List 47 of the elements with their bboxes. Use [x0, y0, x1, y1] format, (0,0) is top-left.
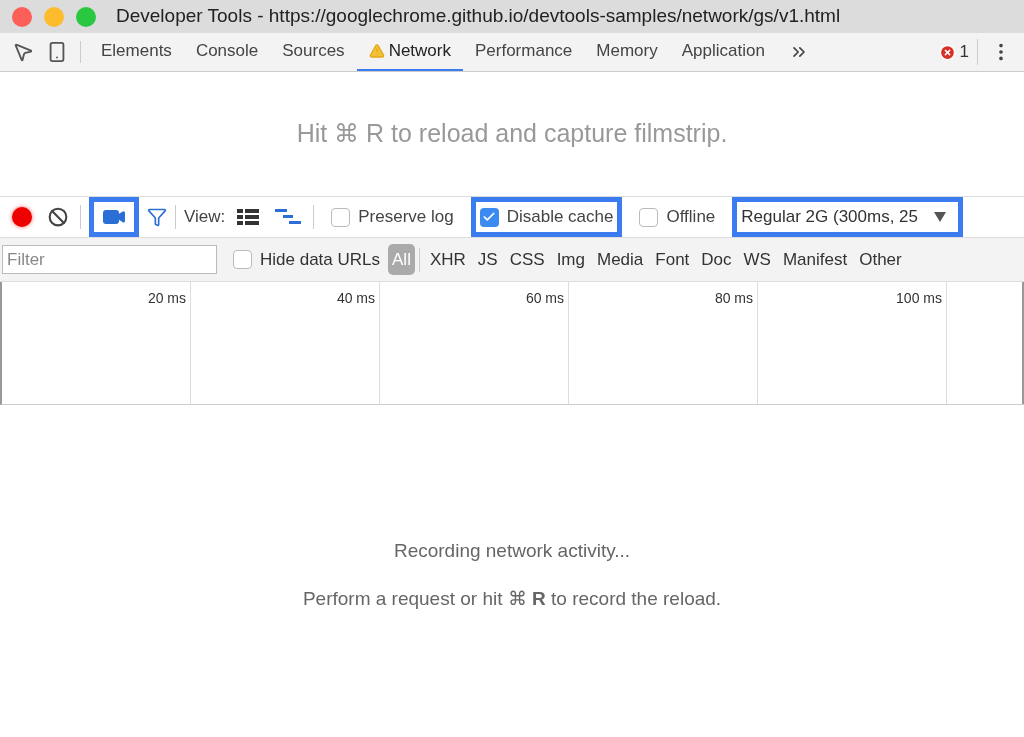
type-filter[interactable]: CSS: [503, 243, 551, 276]
checkbox[interactable]: [639, 207, 659, 227]
checkbox-label: Hide data URLs: [260, 248, 380, 271]
checkbox-label: Offline: [666, 206, 716, 229]
type-filter[interactable]: Manifest: [776, 243, 854, 276]
tick-label: 60 ms: [525, 289, 564, 308]
caret-icon: [934, 212, 946, 222]
tick-label: 20 ms: [147, 289, 186, 308]
checkbox[interactable]: [331, 207, 351, 227]
view-label: View:: [184, 206, 226, 229]
type-filter[interactable]: Media: [591, 243, 650, 276]
tick-label: 40 ms: [336, 289, 375, 308]
type-filter[interactable]: Img: [550, 243, 591, 276]
record-icon[interactable]: [12, 207, 32, 227]
throttling-select[interactable]: Regular 2G (300ms, 25: [741, 204, 954, 230]
type-filter[interactable]: Font: [649, 243, 696, 276]
tab[interactable]: Network: [356, 33, 463, 71]
tab[interactable]: Elements: [89, 33, 184, 71]
tab[interactable]: Performance: [463, 33, 585, 71]
tab[interactable]: Sources: [270, 33, 357, 71]
checkbox[interactable]: [479, 207, 499, 227]
type-filter[interactable]: XHR: [423, 243, 472, 276]
type-filter[interactable]: WS: [737, 243, 777, 276]
check-icon: [482, 210, 497, 224]
inspect-icon[interactable]: [12, 41, 34, 63]
window-title: Developer Tools - https://googlechrome.github.io/devtools-samples/network/gs/v1.html: [116, 4, 841, 29]
filmstrip-hint: Hit ⌘ R to reload and capture filmstrip.: [296, 118, 728, 150]
type-filter[interactable]: Other: [853, 243, 908, 276]
filter-field[interactable]: Filter: [2, 245, 217, 274]
checkbox-label: Disable cache: [506, 206, 614, 229]
tab[interactable]: Application: [669, 33, 777, 71]
checkbox[interactable]: [233, 250, 252, 269]
tick-label: 100 ms: [896, 289, 942, 308]
list-view-icon[interactable]: [237, 209, 260, 225]
tab[interactable]: Memory: [584, 33, 670, 71]
error-icon[interactable]: [938, 43, 956, 61]
tab[interactable]: Console: [183, 33, 271, 71]
empty-hint: Perform a request or hit ⌘ R to record the reload.: [302, 586, 722, 611]
checkbox-label: Preserve log: [358, 206, 454, 229]
type-filter[interactable]: JS: [471, 243, 504, 276]
empty-title: Recording network activity...: [393, 539, 631, 563]
tick-label: 80 ms: [714, 289, 753, 308]
error-count: 1: [959, 39, 978, 65]
type-filter[interactable]: Doc: [695, 243, 738, 276]
waterfall-view-icon[interactable]: [275, 209, 302, 225]
filter-icon[interactable]: [147, 207, 167, 227]
clear-icon[interactable]: [48, 207, 68, 227]
